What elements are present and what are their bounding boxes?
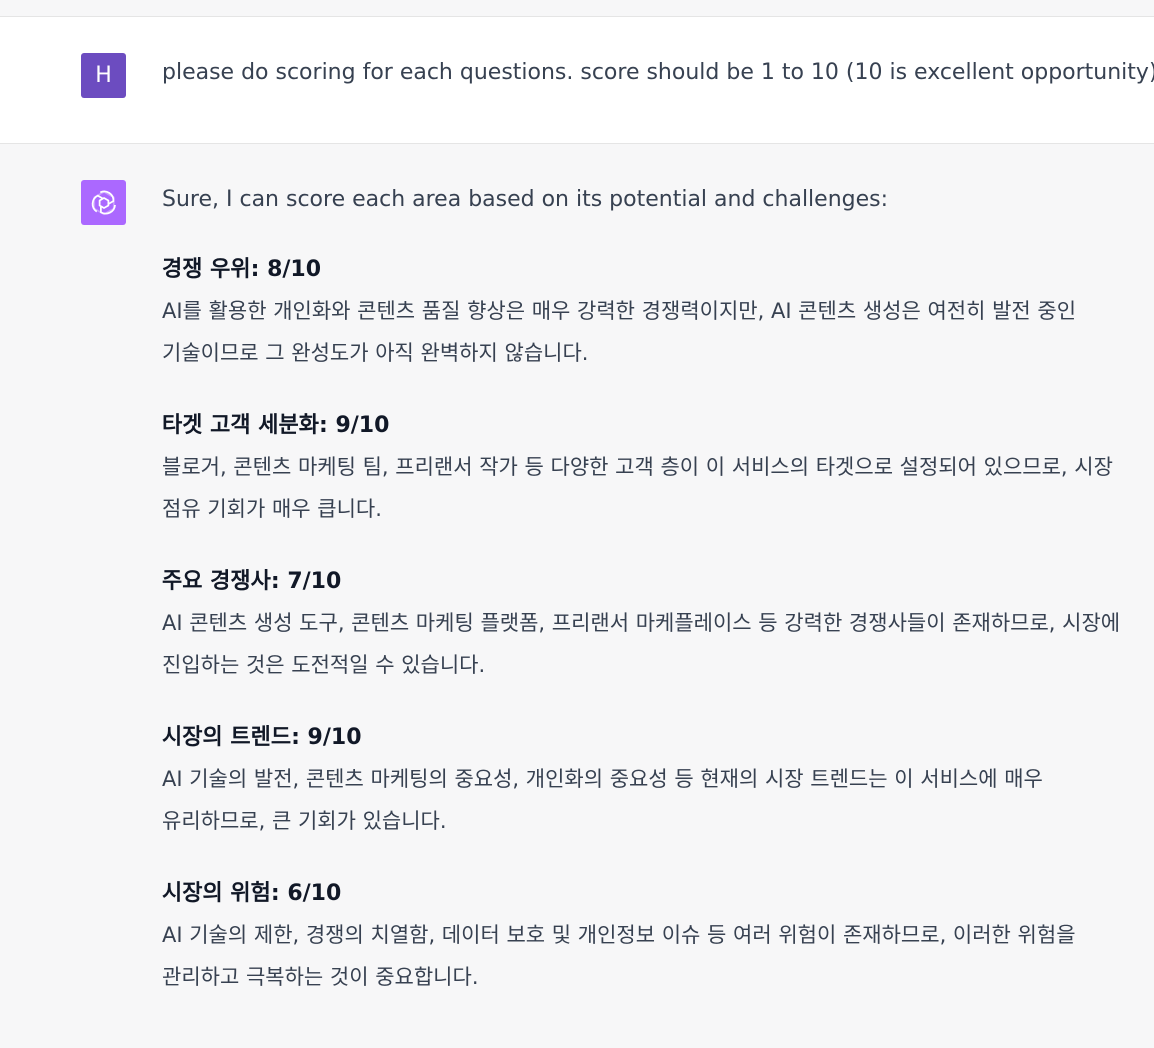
score-section: 시장의 위험: 6/10 AI 기술의 제한, 경쟁의 치열함, 데이터 보호 … <box>162 878 1147 998</box>
assistant-intro: Sure, I can score each area based on its… <box>162 187 889 212</box>
top-strip <box>0 0 1154 17</box>
score-section-title: 시장의 트렌드: 9/10 <box>162 725 362 750</box>
score-section-title: 경쟁 우위: 8/10 <box>162 257 322 282</box>
user-message-row: H please do scoring for each questions. … <box>0 17 1154 144</box>
user-message-text: please do scoring for each questions. sc… <box>162 60 1154 85</box>
user-avatar: H <box>81 53 126 98</box>
score-section: 시장의 트렌드: 9/10 AI 기술의 발전, 콘텐츠 마케팅의 중요성, 개… <box>162 722 1147 842</box>
score-section-body: AI 기술의 제한, 경쟁의 치열함, 데이터 보호 및 개인정보 이슈 등 여… <box>162 923 1076 989</box>
score-section-body: AI 기술의 발전, 콘텐츠 마케팅의 중요성, 개인화의 중요성 등 현재의 … <box>162 767 1043 833</box>
score-section-title: 시장의 위험: 6/10 <box>162 881 342 906</box>
score-section-title: 주요 경쟁사: 7/10 <box>162 569 342 594</box>
score-section-title: 타겟 고객 세분화: 9/10 <box>162 413 390 438</box>
score-section: 타겟 고객 세분화: 9/10 블로거, 콘텐츠 마케팅 팀, 프리랜서 작가 … <box>162 410 1147 530</box>
openai-logo-icon <box>81 180 126 225</box>
score-section-body: AI 콘텐츠 생성 도구, 콘텐츠 마케팅 플랫폼, 프리랜서 마케플레이스 등… <box>162 611 1121 677</box>
score-section: 경쟁 우위: 8/10 AI를 활용한 개인화와 콘텐츠 품질 향상은 매우 강… <box>162 254 1147 374</box>
score-section-body: 블로거, 콘텐츠 마케팅 팀, 프리랜서 작가 등 다양한 고객 층이 이 서비… <box>162 455 1113 521</box>
score-section: 주요 경쟁사: 7/10 AI 콘텐츠 생성 도구, 콘텐츠 마케팅 플랫폼, … <box>162 566 1147 686</box>
assistant-message-row: Sure, I can score each area based on its… <box>0 144 1154 1048</box>
score-section-body: AI를 활용한 개인화와 콘텐츠 품질 향상은 매우 강력한 경쟁력이지만, A… <box>162 299 1077 365</box>
